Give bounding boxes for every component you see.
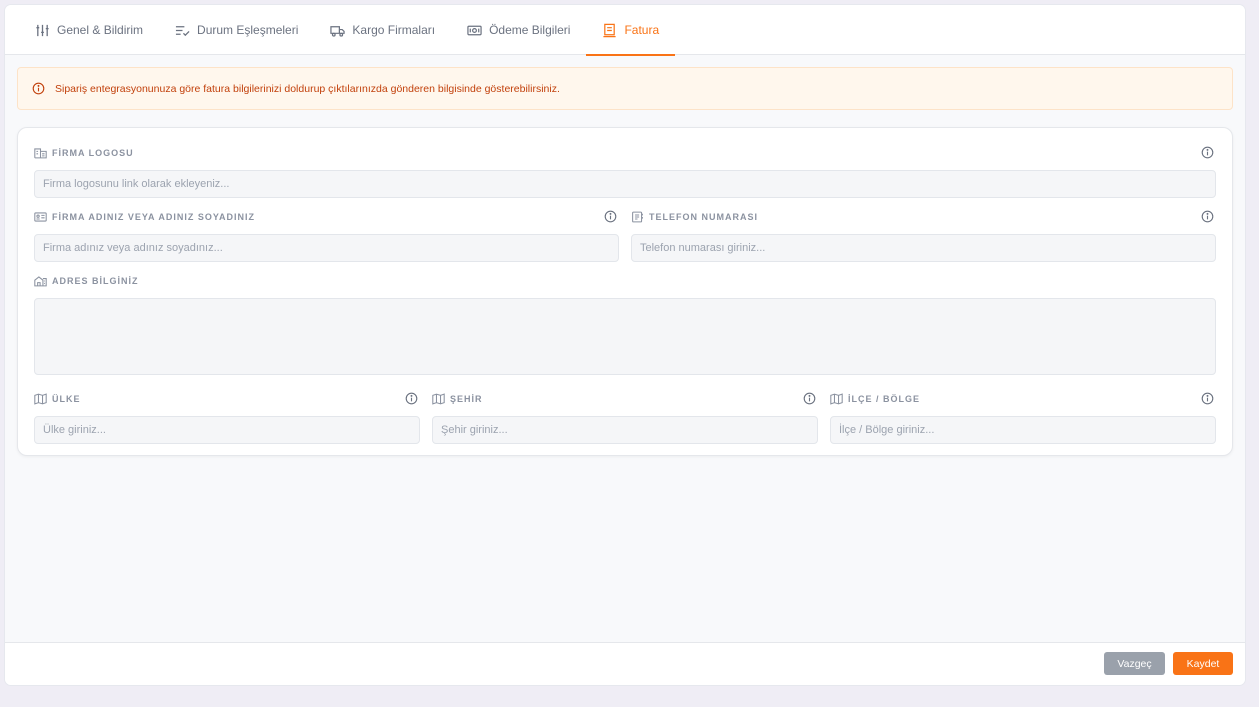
country-field: ÜLKE Ülke giriniz... bbox=[34, 392, 420, 444]
phone-input[interactable]: Telefon numarası giriniz... bbox=[631, 234, 1216, 262]
city-input[interactable]: Şehir giriniz... bbox=[432, 416, 818, 444]
id-card-icon bbox=[34, 212, 47, 222]
cancel-button[interactable]: Vazgeç bbox=[1104, 652, 1165, 675]
district-label: İLÇE / BÖLGE bbox=[848, 394, 921, 404]
tab-label: Ödeme Bilgileri bbox=[489, 23, 571, 37]
logo-label: FİRMA LOGOSU bbox=[52, 148, 134, 158]
tab-durum-eslesmeleri[interactable]: Durum Eşleşmeleri bbox=[159, 5, 314, 55]
info-icon[interactable] bbox=[803, 392, 816, 405]
tab-label: Fatura bbox=[624, 23, 660, 37]
phone-label-row: TELEFON NUMARASI bbox=[631, 210, 1216, 224]
logo-label-row: FİRMA LOGOSU bbox=[34, 146, 1216, 160]
address-textarea[interactable] bbox=[34, 298, 1216, 375]
logo-input[interactable]: Firma logosunu link olarak ekleyeniz... bbox=[34, 170, 1216, 198]
company-name-input[interactable]: Firma adınız veya adınız soyadınız... bbox=[34, 234, 619, 262]
building-icon bbox=[34, 148, 47, 159]
settings-panel: Genel & Bildirim Durum Eşleşmeleri Kargo… bbox=[5, 5, 1245, 685]
truck-icon bbox=[330, 25, 346, 37]
tab-label: Kargo Firmaları bbox=[352, 23, 436, 37]
city-label: ŞEHİR bbox=[450, 394, 483, 404]
country-label-row: ÜLKE bbox=[34, 392, 420, 406]
invoice-form-card: FİRMA LOGOSU Firma logosunu link olarak … bbox=[17, 127, 1233, 456]
tab-label: Genel & Bildirim bbox=[57, 23, 144, 37]
phone-field: TELEFON NUMARASI Telefon numarası girini… bbox=[631, 210, 1216, 262]
invoice-icon bbox=[603, 23, 617, 37]
phone-label: TELEFON NUMARASI bbox=[649, 212, 758, 222]
info-icon[interactable] bbox=[1201, 210, 1214, 223]
info-icon[interactable] bbox=[1201, 392, 1214, 405]
map-icon bbox=[432, 393, 445, 405]
tab-fatura[interactable]: Fatura bbox=[586, 5, 675, 56]
company-name-field: FİRMA ADINIZ VEYA ADINIZ SOYADINIZ Firma… bbox=[34, 210, 619, 262]
info-icon[interactable] bbox=[604, 210, 617, 223]
alert-text: Sipariş entegrasyonunuza göre fatura bil… bbox=[55, 82, 560, 95]
list-check-icon bbox=[175, 25, 190, 36]
city-field: ŞEHİR Şehir giriniz... bbox=[432, 392, 818, 444]
house-icon bbox=[34, 276, 47, 287]
info-alert: Sipariş entegrasyonunuza göre fatura bil… bbox=[17, 67, 1233, 110]
map-icon bbox=[830, 393, 843, 405]
district-field: İLÇE / BÖLGE İlçe / Bölge giriniz... bbox=[830, 392, 1216, 444]
country-label: ÜLKE bbox=[52, 394, 81, 404]
address-label: ADRES BİLGİNİZ bbox=[52, 276, 139, 286]
info-icon[interactable] bbox=[1201, 146, 1214, 159]
address-field: ADRES BİLGİNİZ bbox=[34, 274, 1216, 375]
sliders-icon bbox=[36, 24, 49, 36]
tab-kargo-firmalari[interactable]: Kargo Firmaları bbox=[314, 5, 451, 55]
country-input[interactable]: Ülke giriniz... bbox=[34, 416, 420, 444]
tab-odeme-bilgileri[interactable]: Ödeme Bilgileri bbox=[451, 5, 586, 55]
address-label-row: ADRES BİLGİNİZ bbox=[34, 274, 1216, 288]
tab-label: Durum Eşleşmeleri bbox=[197, 23, 299, 37]
phone-book-icon bbox=[632, 211, 643, 223]
district-input[interactable]: İlçe / Bölge giriniz... bbox=[830, 416, 1216, 444]
tab-genel-bildirim[interactable]: Genel & Bildirim bbox=[19, 5, 159, 55]
company-label: FİRMA ADINIZ VEYA ADINIZ SOYADINIZ bbox=[52, 212, 256, 222]
logo-field: FİRMA LOGOSU Firma logosunu link olarak … bbox=[34, 146, 1216, 198]
save-button[interactable]: Kaydet bbox=[1173, 652, 1233, 675]
company-label-row: FİRMA ADINIZ VEYA ADINIZ SOYADINIZ bbox=[34, 210, 619, 224]
footer-bar: Vazgeç Kaydet bbox=[5, 642, 1245, 685]
money-icon bbox=[467, 25, 482, 35]
map-icon bbox=[34, 393, 47, 405]
info-icon bbox=[32, 82, 45, 95]
city-label-row: ŞEHİR bbox=[432, 392, 818, 406]
info-icon[interactable] bbox=[405, 392, 418, 405]
tab-bar: Genel & Bildirim Durum Eşleşmeleri Kargo… bbox=[5, 5, 1245, 56]
district-label-row: İLÇE / BÖLGE bbox=[830, 392, 1216, 406]
